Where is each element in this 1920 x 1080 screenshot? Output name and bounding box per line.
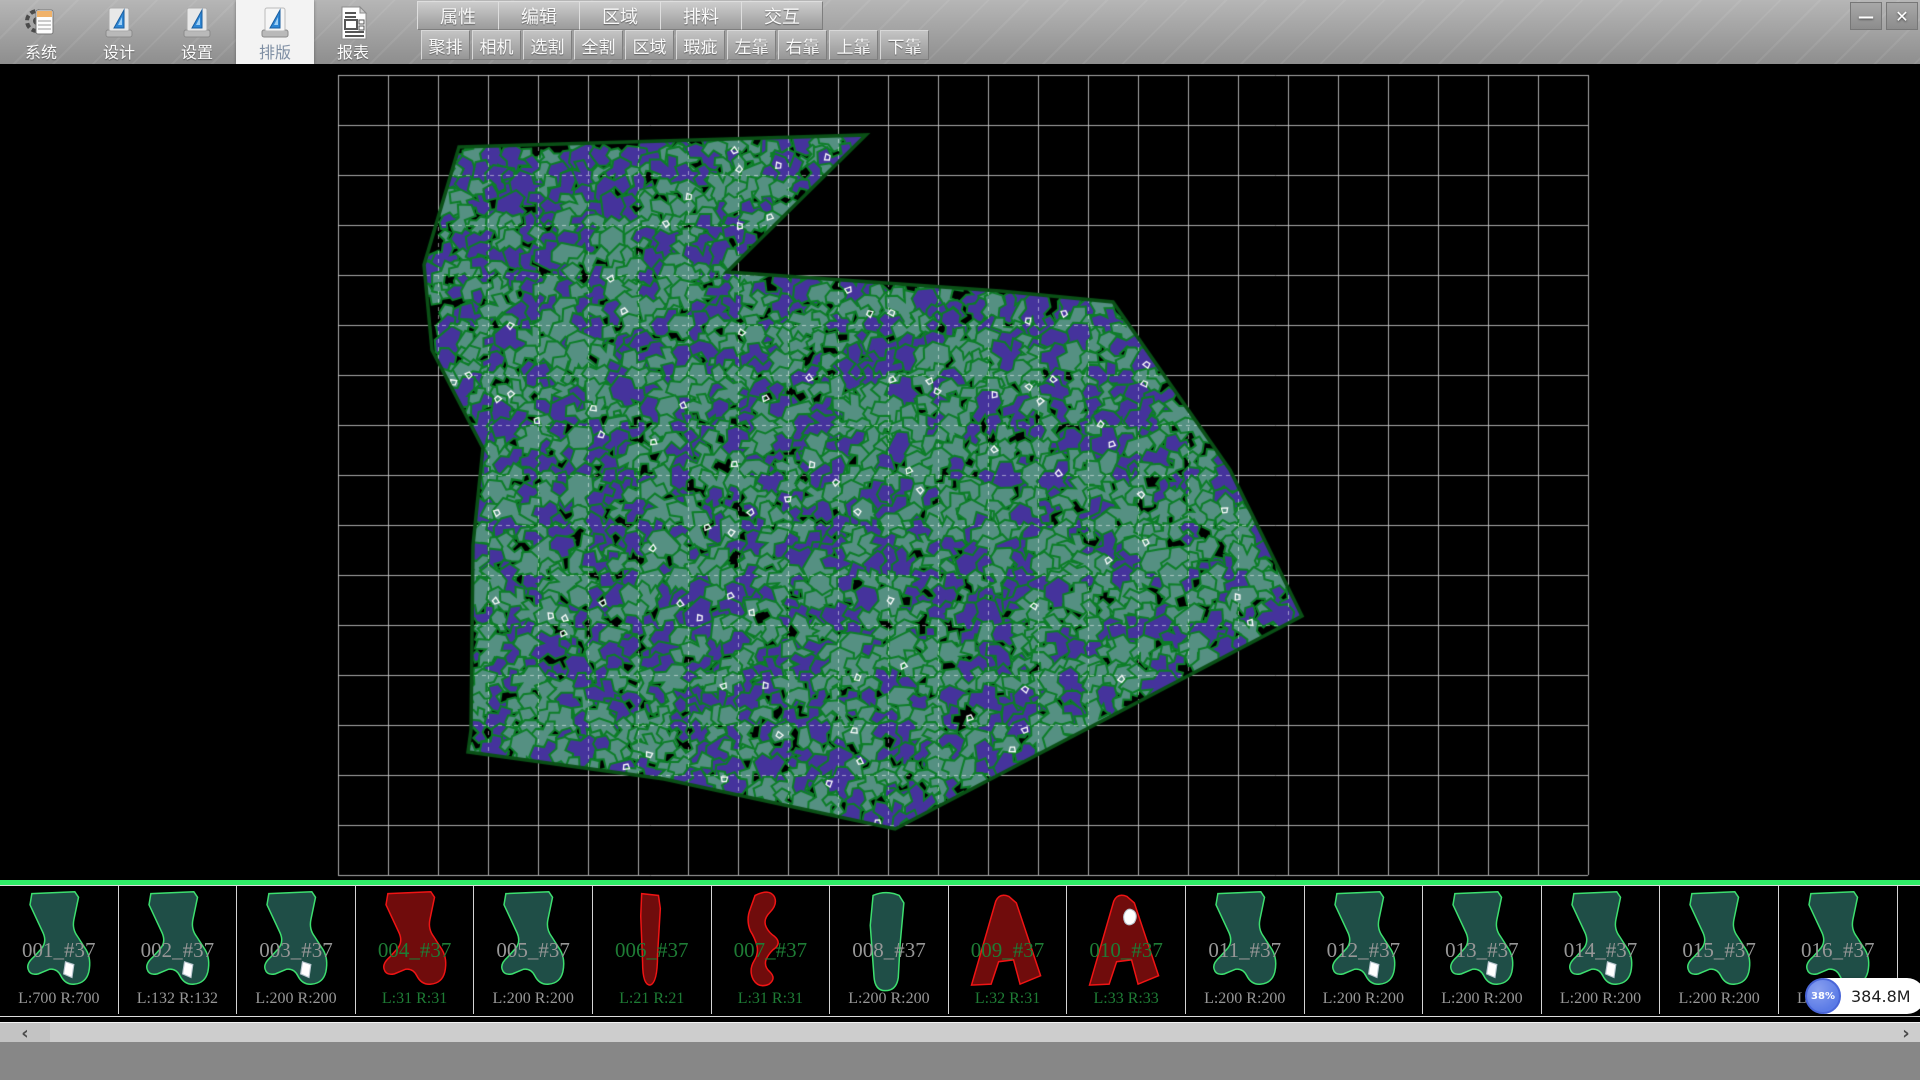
tab-settings-label: 设置 bbox=[181, 44, 213, 62]
part-lr-label: L:200 R:200 bbox=[237, 990, 355, 1008]
thumbnail-cell[interactable]: 006_#37 L:21 R:21 bbox=[593, 886, 712, 1014]
part-lr-label: L:200 R:200 bbox=[1186, 990, 1304, 1008]
progress-circle: 38% bbox=[1805, 978, 1841, 1014]
menu-bar: 属性 编辑 区域 排料 交互 bbox=[417, 1, 822, 30]
part-id-label: 016_#37 bbox=[1779, 938, 1897, 963]
tab-nesting[interactable]: 排版 bbox=[236, 0, 314, 64]
parts-strip: 001_#37 L:700 R:700 002_#37 L:132 R:132 … bbox=[0, 885, 1920, 1017]
window-controls: — ✕ bbox=[1850, 2, 1918, 30]
part-id-label: 007_#37 bbox=[712, 938, 830, 963]
nesting-icon bbox=[256, 2, 294, 44]
part-lr-label: L:200 R:200 bbox=[1660, 990, 1778, 1008]
thumbnail-cell[interactable]: 009_#37 L:32 R:31 bbox=[949, 886, 1068, 1014]
menu-region[interactable]: 区域 bbox=[579, 1, 661, 30]
status-bar bbox=[0, 1042, 1920, 1080]
tab-nesting-label: 排版 bbox=[259, 44, 291, 62]
app-tabs: 系统 设计 bbox=[2, 0, 392, 64]
menu-nesting[interactable]: 排料 bbox=[660, 1, 742, 30]
scrollbar-track[interactable] bbox=[50, 1023, 1892, 1043]
part-lr-label: L:200 R:200 bbox=[1542, 990, 1660, 1008]
part-lr-label: L:32 R:31 bbox=[949, 990, 1067, 1008]
part-lr-label: L:31 R:31 bbox=[356, 990, 474, 1008]
thumbnail-cell[interactable]: 007_#37 L:31 R:31 bbox=[712, 886, 831, 1014]
part-lr-label: L:700 R:700 bbox=[0, 990, 118, 1008]
part-id-label: 009_#37 bbox=[949, 938, 1067, 963]
part-lr-label: L:132 R:132 bbox=[119, 990, 237, 1008]
tool-select-cut[interactable]: 选割 bbox=[523, 30, 572, 60]
menu-interaction[interactable]: 交互 bbox=[741, 1, 823, 30]
tool-align-right[interactable]: 右靠 bbox=[778, 30, 827, 60]
tool-defect[interactable]: 瑕疵 bbox=[676, 30, 725, 60]
close-button[interactable]: ✕ bbox=[1886, 2, 1918, 30]
thumbnail-cell[interactable]: 008_#37 L:200 R:200 bbox=[830, 886, 949, 1014]
report-icon bbox=[334, 2, 372, 44]
scroll-right-button[interactable]: › bbox=[1892, 1023, 1920, 1043]
thumbnail-cell[interactable]: 014_#37 L:200 R:200 bbox=[1542, 886, 1661, 1014]
part-lr-label: L:200 R:200 bbox=[474, 990, 592, 1008]
part-id-label: 011_#37 bbox=[1186, 938, 1304, 963]
nesting-canvas-surface[interactable] bbox=[0, 64, 1920, 880]
scroll-left-button[interactable]: ‹ bbox=[0, 1023, 50, 1043]
part-lr-label: L:21 R:21 bbox=[593, 990, 711, 1008]
part-lr-label: L:31 R:31 bbox=[712, 990, 830, 1008]
tool-cluster-nest[interactable]: 聚排 bbox=[421, 30, 470, 60]
tool-cut-all[interactable]: 全割 bbox=[574, 30, 623, 60]
tab-system-label: 系统 bbox=[25, 44, 57, 62]
thumbnail-cell[interactable]: 004_#37 L:31 R:31 bbox=[356, 886, 475, 1014]
tool-align-bottom[interactable]: 下靠 bbox=[880, 30, 929, 60]
tab-design-label: 设计 bbox=[103, 44, 135, 62]
part-lr-label: L:33 R:33 bbox=[1067, 990, 1185, 1008]
menu-properties[interactable]: 属性 bbox=[417, 1, 499, 30]
tool-camera[interactable]: 相机 bbox=[472, 30, 521, 60]
part-id-label: 008_#37 bbox=[830, 938, 948, 963]
tab-report-label: 报表 bbox=[337, 44, 369, 62]
part-id-label: 010_#37 bbox=[1067, 938, 1185, 963]
thumbnail-cell[interactable]: 002_#37 L:132 R:132 bbox=[119, 886, 238, 1014]
thumbnail-cell[interactable]: 011_#37 L:200 R:200 bbox=[1186, 886, 1305, 1014]
part-id-label: 002_#37 bbox=[119, 938, 237, 963]
part-lr-label: L:200 R:200 bbox=[1423, 990, 1541, 1008]
part-id-label: 001_#37 bbox=[0, 938, 118, 963]
part-id-label: 004_#37 bbox=[356, 938, 474, 963]
thumbnail-cell[interactable]: 005_#37 L:200 R:200 bbox=[474, 886, 593, 1014]
thumbnail-cell[interactable]: 015_#37 L:200 R:200 bbox=[1660, 886, 1779, 1014]
part-id-label: 012_#37 bbox=[1305, 938, 1423, 963]
tab-system[interactable]: 系统 bbox=[2, 0, 80, 64]
part-id-label: 006_#37 bbox=[593, 938, 711, 963]
tab-report[interactable]: 报表 bbox=[314, 0, 392, 64]
part-lr-label: L:200 R:200 bbox=[830, 990, 948, 1008]
system-icon bbox=[22, 2, 60, 44]
tool-align-top[interactable]: 上靠 bbox=[829, 30, 878, 60]
thumbnail-cell[interactable]: 010_#37 L:33 R:33 bbox=[1067, 886, 1186, 1014]
thumbnail-cell[interactable]: 003_#37 L:200 R:200 bbox=[237, 886, 356, 1014]
part-lr-label: L:200 R:200 bbox=[1305, 990, 1423, 1008]
tab-design[interactable]: 设计 bbox=[80, 0, 158, 64]
memory-value: 384.8M bbox=[1841, 987, 1920, 1006]
part-id-label: 015_#37 bbox=[1660, 938, 1778, 963]
part-id-label: 017_#37 bbox=[1898, 938, 1920, 963]
part-id-label: 013_#37 bbox=[1423, 938, 1541, 963]
tab-settings[interactable]: 设置 bbox=[158, 0, 236, 64]
horizontal-scrollbar[interactable]: ‹ › bbox=[0, 1022, 1920, 1043]
tool-region[interactable]: 区域 bbox=[625, 30, 674, 60]
menu-edit[interactable]: 编辑 bbox=[498, 1, 580, 30]
settings-icon bbox=[178, 2, 216, 44]
memory-badge: 38% 384.8M bbox=[1806, 978, 1920, 1014]
part-id-label: 014_#37 bbox=[1542, 938, 1660, 963]
part-id-label: 005_#37 bbox=[474, 938, 592, 963]
app-window: 系统 设计 bbox=[0, 0, 1920, 1080]
thumbnail-cell[interactable]: 012_#37 L:200 R:200 bbox=[1305, 886, 1424, 1014]
minimize-button[interactable]: — bbox=[1850, 2, 1882, 30]
nesting-canvas[interactable] bbox=[0, 64, 1920, 880]
design-icon bbox=[100, 2, 138, 44]
tool-align-left[interactable]: 左靠 bbox=[727, 30, 776, 60]
toolbar: 系统 设计 bbox=[0, 0, 1920, 65]
thumbnail-cell[interactable]: 001_#37 L:700 R:700 bbox=[0, 886, 119, 1014]
tool-bar: 聚排 相机 选割 全割 区域 瑕疵 左靠 右靠 上靠 下靠 bbox=[421, 30, 931, 60]
part-id-label: 003_#37 bbox=[237, 938, 355, 963]
thumbnail-cell[interactable]: 013_#37 L:200 R:200 bbox=[1423, 886, 1542, 1014]
